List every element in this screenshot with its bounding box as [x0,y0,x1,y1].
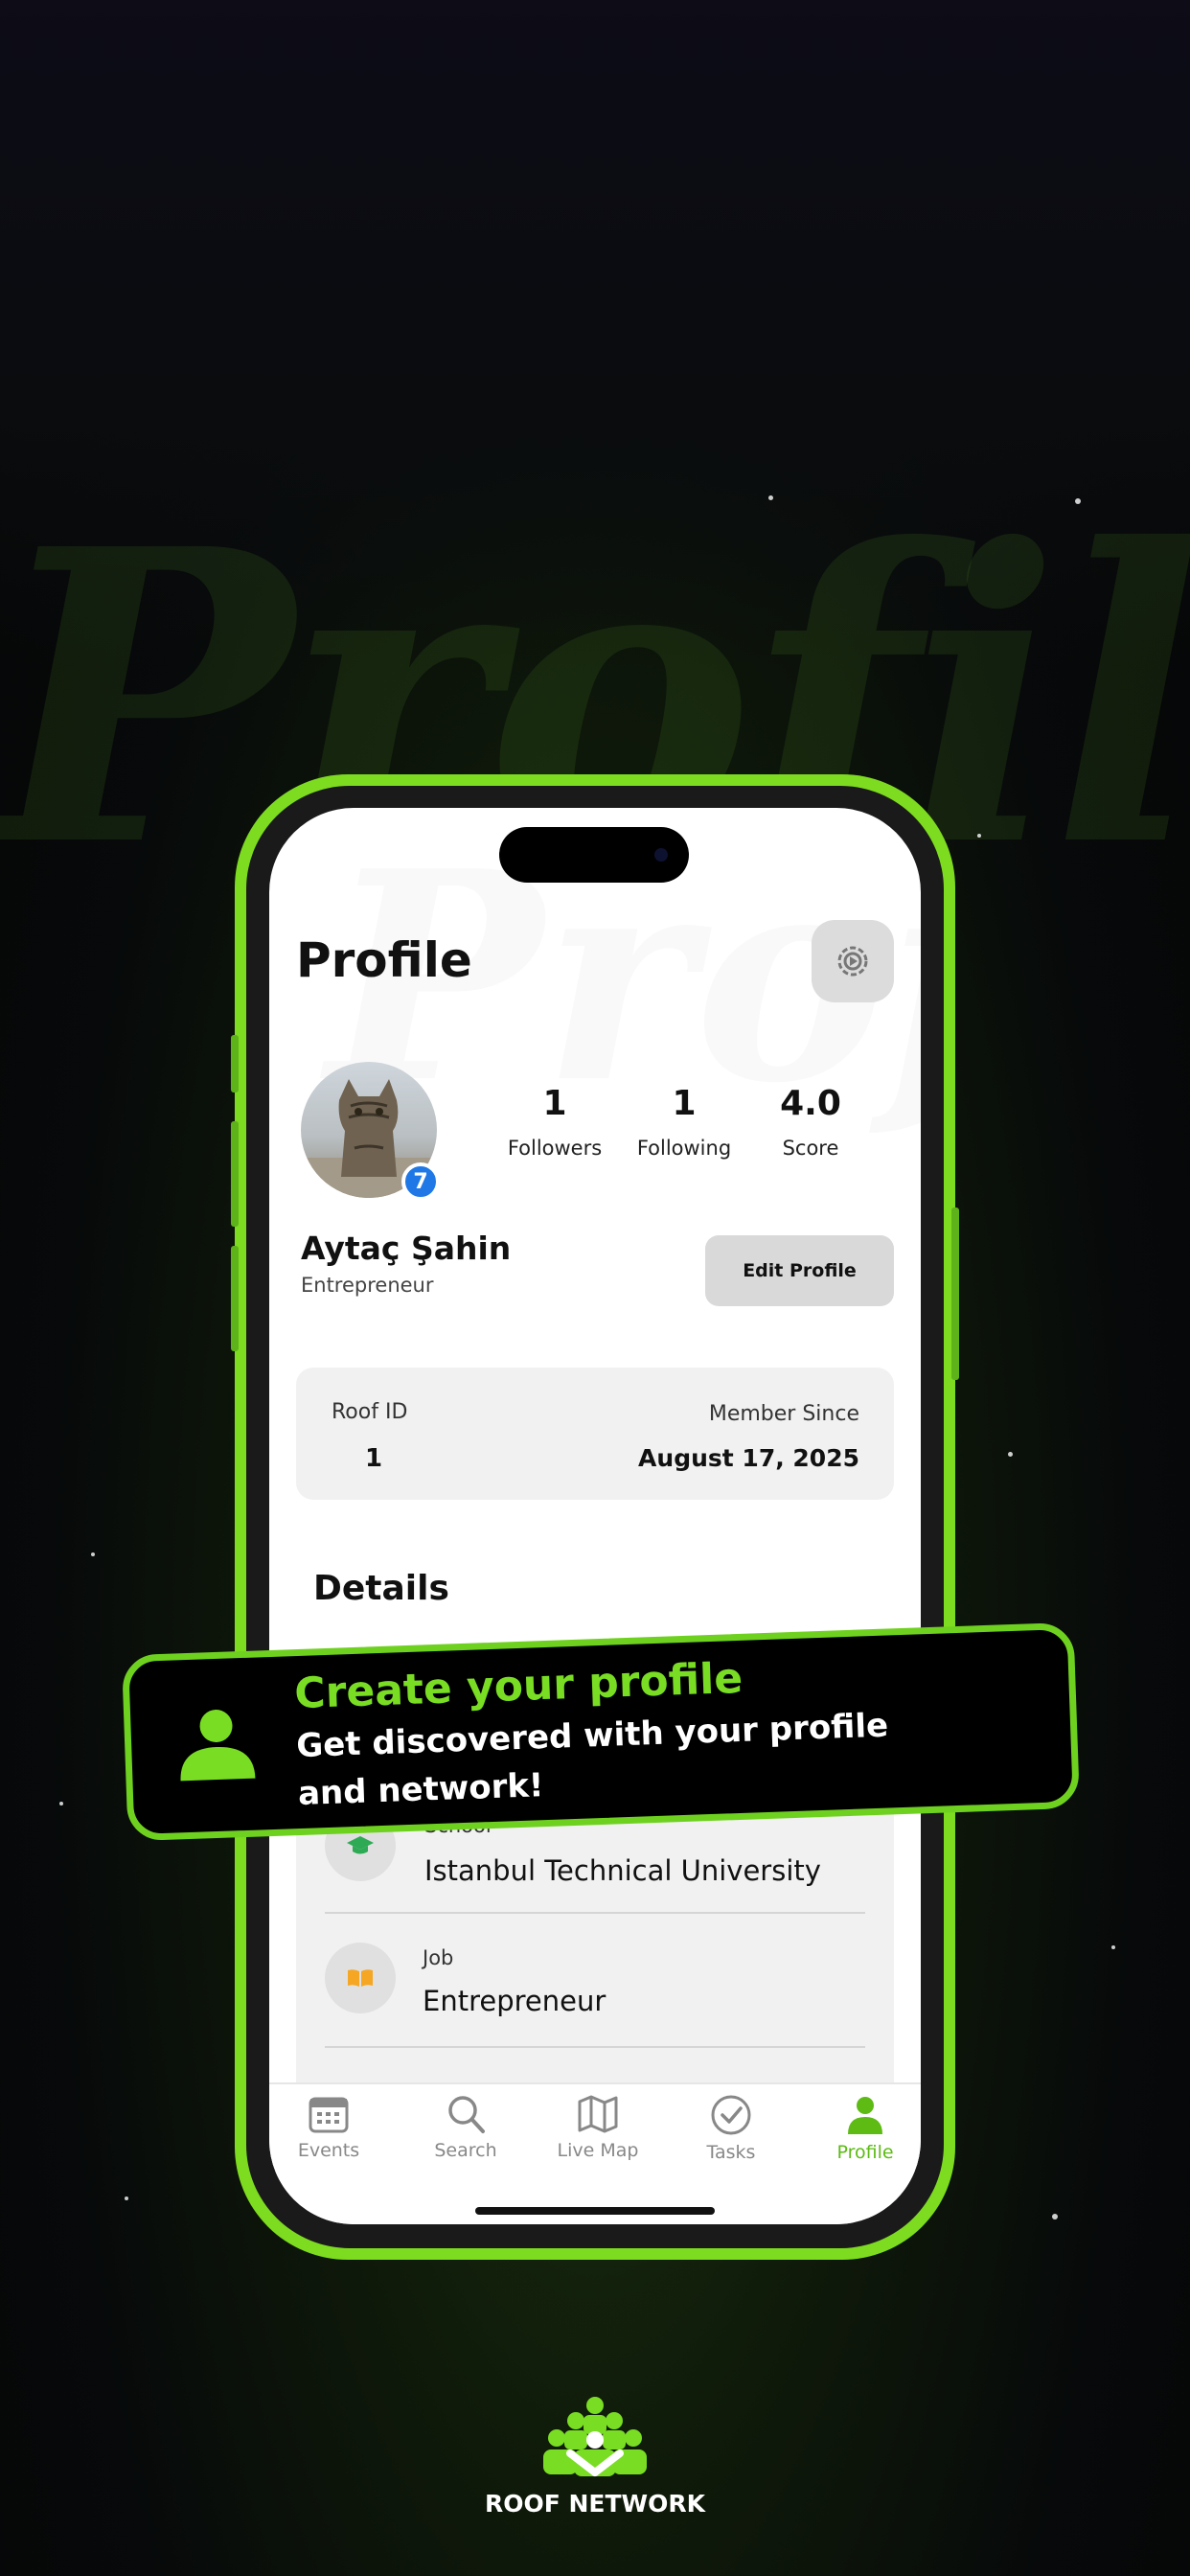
background-speck [977,834,981,838]
home-indicator [475,2207,715,2215]
tab-tasks[interactable]: Tasks [678,2094,784,2163]
tab-label: Events [297,2140,360,2161]
background-speck [1075,498,1081,504]
detail-value: Istanbul Technical University [424,1854,821,1887]
promo-banner: Create your profile Get discovered with … [121,1622,1081,1842]
member-since-value: August 17, 2025 [638,1444,859,1472]
stat-label: Score [782,1137,839,1160]
divider [325,1912,865,1914]
map-icon [578,2095,618,2133]
tab-label: Profile [836,2142,894,2163]
stat-label: Following [636,1137,732,1160]
phone-side-button [231,1246,239,1351]
tab-live-map[interactable]: Live Map [545,2094,651,2161]
background-speck [1111,1945,1115,1949]
stat-score: 4.0 Score [753,1084,868,1160]
phone-side-button [231,1121,239,1227]
tab-label: Live Map [557,2140,639,2161]
gear-icon [837,946,868,977]
brand-name: ROOF NETWORK [484,2490,706,2518]
background-speck [1052,2214,1058,2220]
roof-id-value: 1 [365,1444,383,1473]
tab-events[interactable]: Events [276,2094,381,2161]
member-since-label: Member Since [708,1402,859,1426]
calendar-icon [309,2097,349,2133]
profile-name: Aytaç Şahin [301,1230,512,1267]
stat-value: 1 [542,1084,567,1123]
stat-following[interactable]: 1 Following [627,1084,742,1160]
phone-side-button [951,1208,959,1380]
tab-search[interactable]: Search [413,2094,518,2161]
stat-followers[interactable]: 1 Followers [497,1084,612,1160]
detail-label: Job [423,1946,454,1969]
divider [325,2046,865,2048]
id-card: Roof ID 1 Member Since August 17, 2025 [296,1368,894,1500]
tab-bar: Events Search Live Map Tasks Profile [269,2082,921,2224]
banner-subtitle: and network! [297,1766,545,1814]
tab-label: Tasks [706,2142,756,2163]
stat-value: 4.0 [780,1084,841,1123]
phone-side-button [231,1035,239,1092]
search-icon [448,2096,485,2133]
background-speck [768,495,773,500]
background-speck [59,1802,63,1806]
roof-id-label: Roof ID [332,1400,408,1424]
background-speck [125,2196,128,2200]
profile-role: Entrepreneur [301,1274,434,1297]
background-speck [91,1552,95,1556]
job-icon-wrap [325,1943,396,2013]
detail-value: Entrepreneur [423,1985,606,2017]
check-circle-icon [711,2095,751,2135]
phone-screen: Profile Profile 7 1 Followers 1 Followin… [269,808,921,2224]
book-icon [348,1969,373,1987]
tab-profile[interactable]: Profile [812,2094,918,2163]
details-heading: Details [313,1569,449,1608]
level-badge: 7 [401,1162,440,1201]
person-icon [180,1710,256,1782]
camera-icon [654,848,668,862]
background-speck [1008,1452,1013,1457]
person-icon [848,2097,882,2134]
stat-value: 1 [672,1084,697,1123]
dynamic-island [499,827,689,883]
stat-label: Followers [507,1137,603,1160]
banner-title: Create your profile [293,1653,744,1719]
tab-label: Search [434,2140,497,2161]
settings-button[interactable] [812,920,894,1002]
roof-network-logo [543,2397,647,2476]
page-title: Profile [296,932,472,988]
edit-profile-button[interactable]: Edit Profile [705,1235,894,1306]
graduation-cap-icon [347,1836,374,1854]
